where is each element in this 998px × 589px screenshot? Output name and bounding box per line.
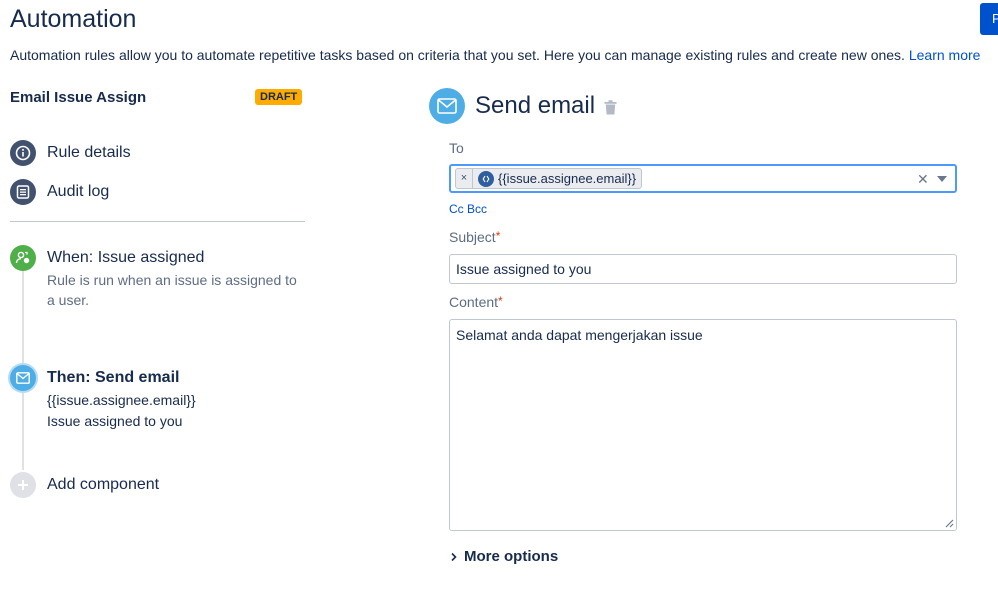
primary-button[interactable]: P [980,3,998,35]
cc-bcc-link[interactable]: Cc Bcc [449,202,487,216]
nav-audit-log[interactable]: Audit log [10,179,109,205]
status-badge: DRAFT [255,89,303,105]
nav-label: Rule details [47,144,131,161]
to-field[interactable]: × {{issue.assignee.email}} ✕ [449,164,957,193]
more-options-toggle[interactable]: More options [450,548,558,565]
required-mark: * [495,229,501,243]
plus-icon [10,472,36,498]
step-subtitle: a user. [47,292,90,308]
assign-user-icon [10,245,36,271]
info-icon [10,140,36,166]
mail-icon [10,365,36,391]
page-description: Automation rules allow you to automate r… [10,47,980,63]
required-mark: * [498,294,503,308]
step-subtitle: Rule is run when an issue is assigned to [47,272,297,288]
chevron-down-icon[interactable] [937,176,947,182]
rule-name: Email Issue Assign [10,89,147,106]
learn-more-link[interactable]: Learn more [909,47,981,63]
subject-label-text: Subject [449,229,496,245]
list-icon [10,179,36,205]
step-title: When: Issue assigned [47,249,205,266]
to-label: To [449,140,464,156]
nav-label: Audit log [47,183,110,200]
subject-label: Subject* [449,229,500,245]
step-title: Then: Send email [47,369,180,386]
more-options-label: More options [464,548,559,565]
content-textarea[interactable]: Selamat anda dapat mengerjakan issue [449,319,957,531]
step-detail: Issue assigned to you [47,413,183,429]
step-trigger[interactable]: When: Issue assigned Rule is run when an… [47,249,297,310]
subject-input[interactable]: Issue assigned to you [449,254,957,284]
remove-chip-icon[interactable]: × [456,169,473,188]
chevron-right-icon [451,552,457,561]
smart-value-icon [478,170,494,187]
content-label-text: Content [449,294,499,310]
nav-rule-details[interactable]: Rule details [10,140,131,166]
clear-icon[interactable]: ✕ [917,171,929,188]
trash-icon[interactable] [604,100,617,120]
mail-icon [429,88,465,124]
step-action[interactable]: Then: Send email {{issue.assignee.email}… [47,369,196,432]
divider [10,221,305,222]
add-component-label: Add component [47,476,160,493]
content-label: Content* [449,294,503,310]
chip-label: {{issue.assignee.email}} [498,171,637,186]
editor-title: Send email [475,92,596,119]
add-component-button[interactable]: Add component [10,472,159,498]
description-text: Automation rules allow you to automate r… [10,47,905,63]
content-text: Selamat anda dapat mengerjakan issue [456,327,703,343]
page-title: Automation [10,5,137,33]
resize-handle-icon[interactable] [944,518,954,528]
recipient-chip: × {{issue.assignee.email}} [455,168,643,189]
step-detail: {{issue.assignee.email}} [47,392,196,408]
